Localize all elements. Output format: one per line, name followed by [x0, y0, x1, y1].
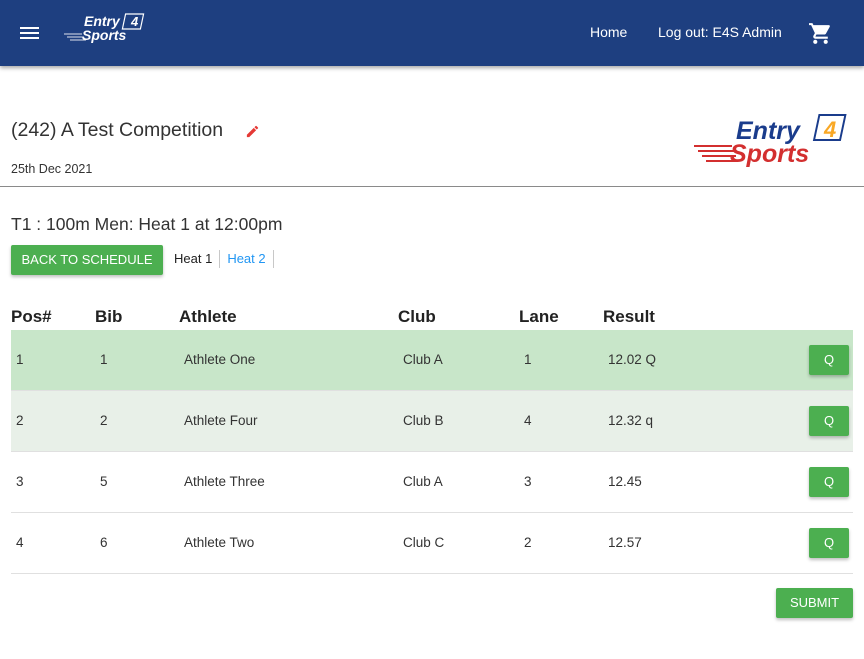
table-row: 3 5 Athlete Three Club A 3 12.45 Q — [11, 452, 853, 513]
nav-logo[interactable]: Entry 4 Sports — [64, 12, 150, 44]
nav-logo-line2: Sports — [82, 27, 127, 43]
brand-logo-line2: Sports — [730, 140, 809, 168]
qualify-button[interactable]: Q — [809, 345, 849, 375]
cell-lane: 1 — [524, 352, 532, 367]
header-result: Result — [603, 307, 655, 326]
header-club: Club — [398, 307, 436, 326]
cell-result: 12.32 q — [608, 413, 654, 428]
cell-pos: 2 — [16, 413, 24, 428]
cell-lane: 3 — [524, 474, 532, 489]
cell-pos: 4 — [16, 535, 24, 550]
cell-bib: 5 — [100, 474, 108, 489]
cell-lane: 2 — [524, 535, 532, 550]
header-bib: Bib — [95, 307, 123, 326]
cell-bib: 6 — [100, 535, 108, 550]
cell-club: Club A — [403, 474, 443, 489]
nav-logout-link[interactable]: Log out: E4S Admin — [658, 24, 782, 40]
cell-result: 12.45 — [608, 474, 642, 489]
cell-bib: 1 — [100, 352, 108, 367]
submit-button[interactable]: SUBMIT — [776, 588, 853, 618]
cell-athlete: Athlete Four — [184, 413, 258, 428]
tab-heat-1[interactable]: Heat 1 — [174, 250, 221, 268]
tab-heat-2[interactable]: Heat 2 — [227, 250, 274, 268]
nav-logo-badge: 4 — [130, 14, 139, 29]
cell-club: Club B — [403, 413, 444, 428]
qualify-button[interactable]: Q — [809, 467, 849, 497]
table-row: 1 1 Athlete One Club A 1 12.02 Q Q — [11, 330, 853, 391]
competition-date: 25th Dec 2021 — [11, 162, 93, 176]
cell-athlete: Athlete Three — [184, 474, 265, 489]
cell-club: Club C — [403, 535, 445, 550]
cell-athlete: Athlete Two — [184, 535, 255, 550]
table-row: 2 2 Athlete Four Club B 4 12.32 q Q — [11, 391, 853, 452]
header-lane: Lane — [519, 307, 559, 326]
cell-pos: 1 — [16, 352, 24, 367]
top-app-bar: Entry 4 Sports Home Log out: E4S Admin — [0, 0, 864, 66]
edit-pencil-icon[interactable] — [245, 124, 260, 139]
brand-logo-badge: 4 — [823, 117, 836, 142]
cell-lane: 4 — [524, 413, 532, 428]
cell-athlete: Athlete One — [184, 352, 256, 367]
cell-pos: 3 — [16, 474, 24, 489]
competition-title: (242) A Test Competition — [11, 119, 224, 141]
event-title: T1 : 100m Men: Heat 1 at 12:00pm — [11, 214, 283, 234]
header-divider — [0, 186, 864, 187]
back-to-schedule-button[interactable]: BACK TO SCHEDULE — [11, 245, 163, 275]
heat-tabs: Heat 1 Heat 2 — [174, 250, 281, 268]
menu-icon[interactable] — [20, 25, 40, 41]
nav-home-link[interactable]: Home — [590, 24, 627, 40]
qualify-button[interactable]: Q — [809, 406, 849, 436]
header-pos: Pos# — [11, 307, 52, 326]
qualify-button[interactable]: Q — [809, 528, 849, 558]
cell-club: Club A — [403, 352, 443, 367]
cell-result: 12.02 Q — [608, 352, 657, 367]
cell-bib: 2 — [100, 413, 108, 428]
entry4sports-logo: Entry 4 Sports — [694, 114, 847, 168]
cart-icon[interactable] — [808, 21, 833, 46]
cell-result: 12.57 — [608, 535, 642, 550]
table-row: 4 6 Athlete Two Club C 2 12.57 Q — [11, 513, 853, 574]
header-athlete: Athlete — [179, 307, 237, 326]
